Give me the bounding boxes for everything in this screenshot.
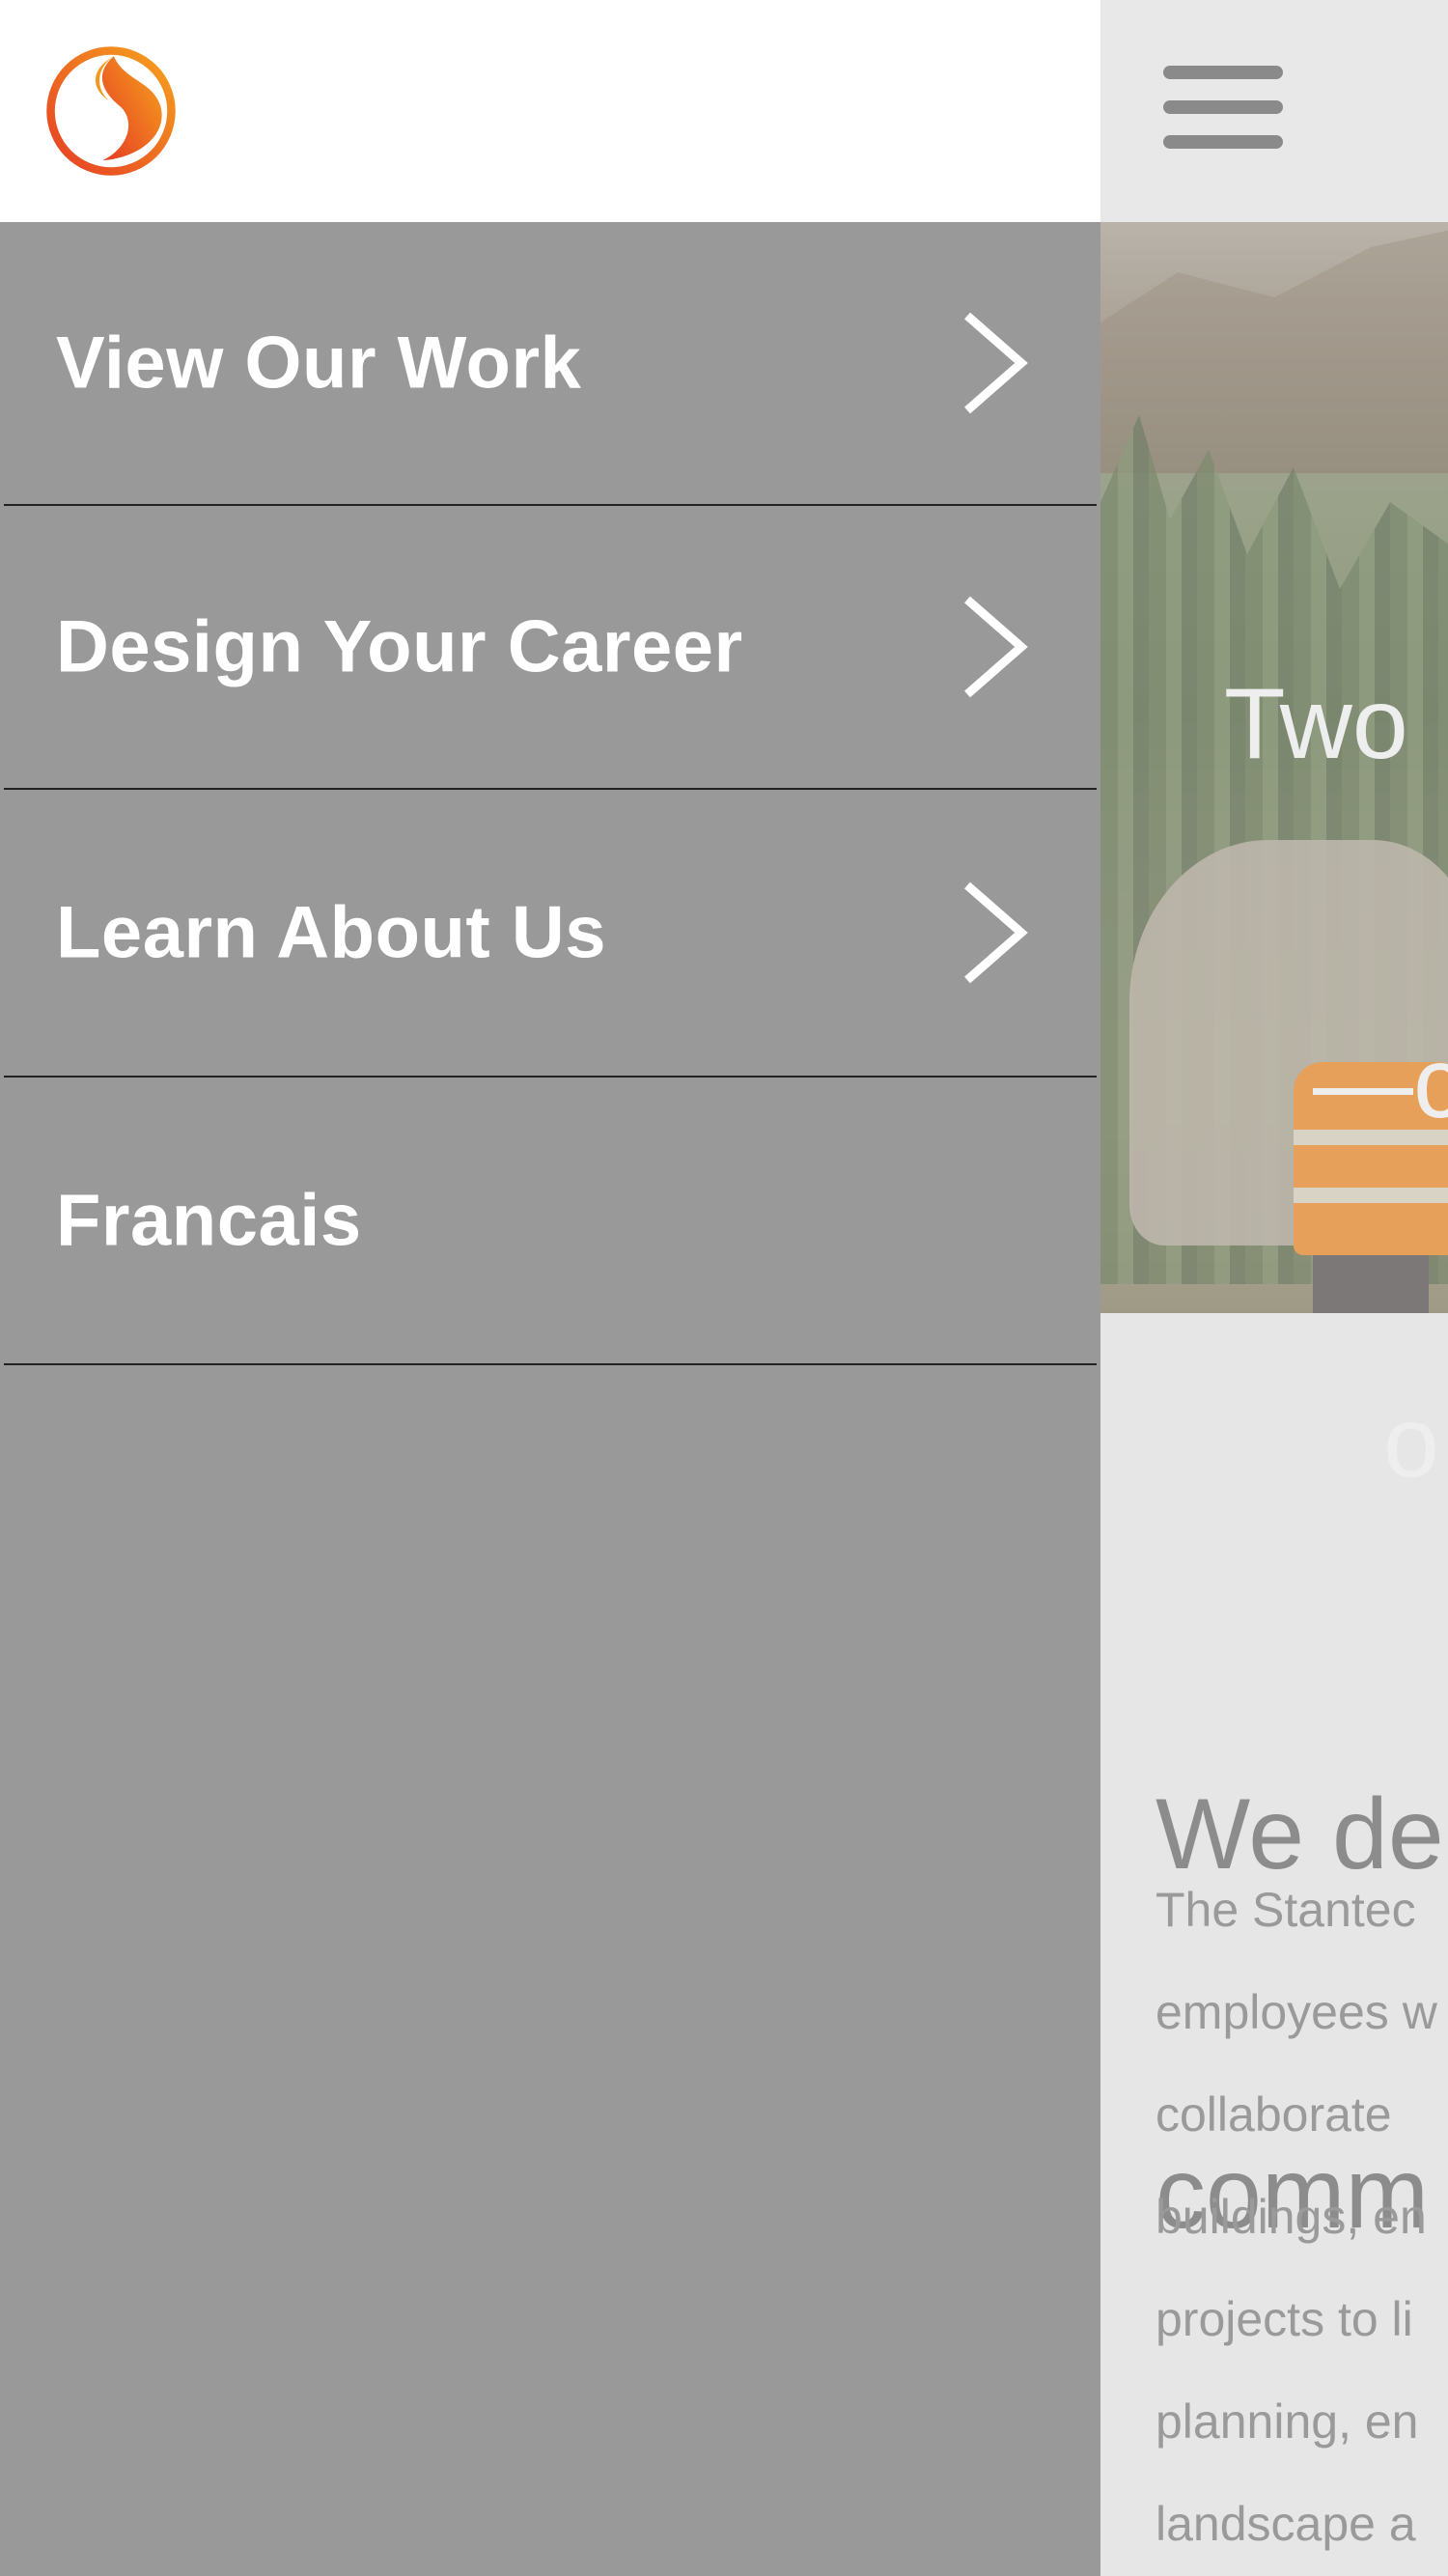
menu-item-label: Design Your Career <box>56 605 743 688</box>
nav-drawer: View Our Work Design Your Career Learn A… <box>0 0 1100 2576</box>
hamburger-menu-icon[interactable] <box>1163 66 1283 149</box>
intro-body-line: projects to li <box>1156 2292 1413 2346</box>
chevron-right-icon <box>964 882 1028 984</box>
menu-item-view-our-work[interactable]: View Our Work <box>4 222 1097 506</box>
intro-body-line: The Stantec <box>1156 1883 1416 1937</box>
stantec-flame-logo-icon[interactable] <box>42 42 180 180</box>
drawer-menu-list: View Our Work Design Your Career Learn A… <box>0 222 1100 1365</box>
chevron-right-icon <box>964 312 1028 414</box>
intro-body-line: collaborate <box>1156 2087 1392 2142</box>
drawer-header <box>0 0 1100 222</box>
hero-headline-line: o <box>1383 1386 1439 1498</box>
intro-body: The Stantec employees w collaborate buil… <box>1156 1859 1448 2575</box>
intro-body-line: employees w <box>1156 1985 1437 2039</box>
menu-item-label: View Our Work <box>56 322 582 405</box>
menu-item-design-your-career[interactable]: Design Your Career <box>4 506 1097 790</box>
menu-item-label: Francais <box>56 1179 362 1262</box>
intro-body-line: buildings, en <box>1156 2190 1427 2244</box>
chevron-right-icon <box>964 596 1028 698</box>
intro-body-line: planning, en <box>1156 2394 1419 2449</box>
hero-headline-line: —c <box>1313 1027 1448 1139</box>
hero-headline-line: Two <box>1224 668 1408 780</box>
menu-item-francais[interactable]: Francais <box>4 1078 1097 1365</box>
menu-item-learn-about-us[interactable]: Learn About Us <box>4 790 1097 1078</box>
menu-item-label: Learn About Us <box>56 891 606 974</box>
intro-body-line: landscape a <box>1156 2497 1416 2551</box>
